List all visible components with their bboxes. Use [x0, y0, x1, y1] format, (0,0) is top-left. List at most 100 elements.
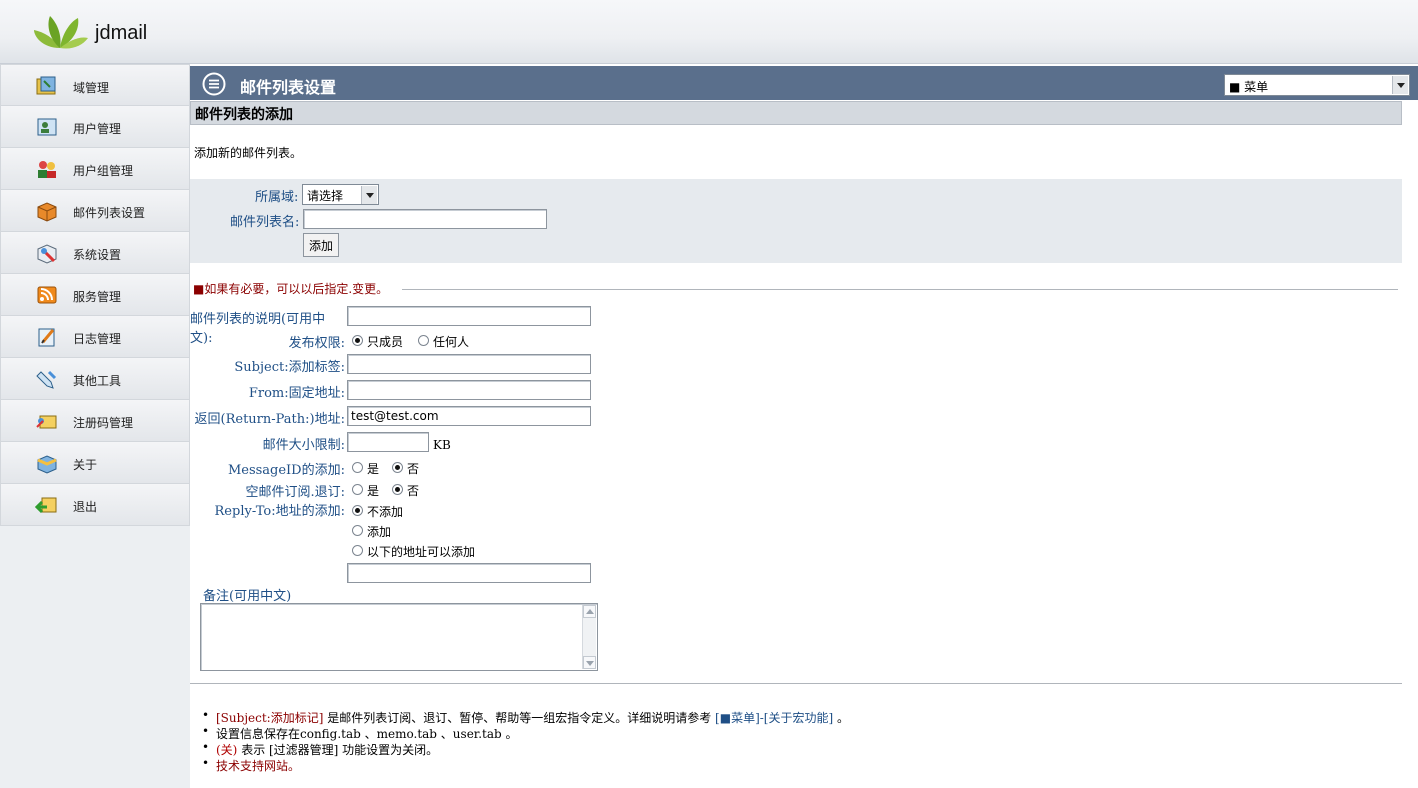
sidebar-item-users[interactable]: 用户管理 [0, 106, 190, 148]
empty-subscribe-yes-radio[interactable] [352, 484, 363, 495]
empty-subscribe-label: 空邮件订阅.退订: [245, 485, 345, 500]
note-text: 是邮件列表订阅、退订、暂停、帮助等一组宏指令定义。详细说明请参考 [323, 711, 716, 725]
note-text: 。 [833, 711, 849, 725]
app-header: jdmail [0, 0, 1418, 64]
chevron-down-icon[interactable] [1392, 76, 1408, 94]
sidebar-item-services[interactable]: 服务管理 [0, 274, 190, 316]
menu-circle-icon [202, 72, 226, 96]
memo-scrollbar[interactable] [582, 605, 596, 669]
sidebar-item-license[interactable]: 注册码管理 [0, 400, 190, 442]
add-list-form: 所属域: 请选择 邮件列表名: 添加 [190, 179, 1402, 263]
sidebar-item-tools[interactable]: 其他工具 [0, 358, 190, 400]
system-settings-icon [37, 244, 57, 264]
sidebar-item-label: 服务管理 [73, 290, 122, 304]
reply-to-none-radio[interactable] [352, 505, 363, 516]
license-icon [36, 415, 57, 429]
empty-subscribe-no-label: 否 [407, 484, 420, 498]
sidebar-item-label: 其他工具 [73, 374, 122, 388]
off-marker: (关) [216, 743, 238, 757]
return-path-label: 返回(Return-Path:)地址: [194, 412, 345, 427]
domain-label: 所属域: [255, 190, 299, 205]
sidebar-item-label: 退出 [73, 500, 98, 514]
reply-to-add-label: 添加 [367, 525, 392, 539]
messageid-yes-label: 是 [367, 462, 380, 476]
page-title: 邮件列表设置 [240, 78, 337, 97]
publish-anyone-label: 任何人 [433, 335, 470, 349]
notes-list: [Subject:添加标记] 是邮件列表订阅、退订、暂停、帮助等一组宏指令定义。… [202, 708, 849, 773]
sidebar-item-mailing-list[interactable]: 邮件列表设置 [0, 190, 190, 232]
sidebar: 域管理 用户管理 用户组管理 邮件列表设置 系统设置 服务管理 日志管理 其他工… [0, 64, 190, 788]
service-icon [37, 286, 57, 304]
scroll-up-icon[interactable] [583, 605, 596, 618]
menu-dropdown[interactable]: ■ 菜单 [1224, 74, 1410, 96]
section-title: 邮件列表的添加 [190, 101, 1402, 125]
main-content: 邮件列表设置 ■ 菜单 邮件列表的添加 添加新的邮件列表。 所属域: 请选择 邮… [190, 64, 1418, 788]
reply-to-label: Reply-To:地址的添加: [214, 504, 345, 519]
domain-select[interactable]: 请选择 [302, 184, 379, 205]
about-icon [37, 455, 57, 474]
messageid-no-radio[interactable] [392, 462, 403, 473]
app-name: jdmail [95, 22, 148, 44]
divider [402, 289, 1398, 290]
messageid-label: MessageID的添加: [227, 463, 345, 478]
publish-members-radio[interactable] [352, 335, 363, 346]
size-limit-input[interactable] [347, 432, 429, 452]
sidebar-item-label: 域管理 [73, 81, 110, 95]
reply-to-custom-label: 以下的地址可以添加 [367, 545, 476, 559]
empty-subscribe-yes-label: 是 [367, 484, 380, 498]
support-site-link[interactable]: 技术支持网站。 [216, 759, 300, 773]
add-list-button[interactable]: 添加 [303, 233, 340, 257]
logout-icon [35, 497, 57, 514]
sidebar-item-about[interactable]: 关于 [0, 442, 190, 484]
divider [190, 683, 1402, 684]
from-input[interactable] [347, 380, 591, 400]
note-text: 表示 [过滤器管理] 功能设置为关闭。 [237, 743, 439, 757]
list-item: 技术支持网站。 [202, 756, 849, 773]
domain-icon [36, 76, 56, 95]
sidebar-item-domain[interactable]: 域管理 [0, 64, 190, 106]
sidebar-item-system-settings[interactable]: 系统设置 [0, 232, 190, 274]
section-description: 添加新的邮件列表。 [194, 146, 303, 160]
sidebar-item-logout[interactable]: 退出 [0, 484, 190, 526]
sidebar-item-label: 邮件列表设置 [73, 206, 146, 220]
publish-members-label: 只成员 [367, 335, 404, 349]
menu-dropdown-value: ■ 菜单 [1229, 80, 1269, 94]
sidebar-item-label: 系统设置 [73, 248, 122, 262]
publish-label: 发布权限: [288, 336, 345, 351]
reply-to-add-radio[interactable] [352, 525, 363, 536]
sidebar-item-label: 用户组管理 [73, 164, 134, 178]
list-name-label: 邮件列表名: [230, 215, 300, 230]
subject-tag-label: Subject:添加标签: [234, 360, 345, 375]
reply-to-none-label: 不添加 [367, 505, 404, 519]
chevron-down-icon[interactable] [361, 186, 377, 204]
domain-select-value: 请选择 [307, 189, 344, 203]
sidebar-item-label: 注册码管理 [73, 416, 134, 430]
subject-macro-link[interactable]: [Subject:添加标记] [216, 711, 323, 725]
memo-textarea[interactable] [200, 603, 598, 671]
list-item: (关) 表示 [过滤器管理] 功能设置为关闭。 [202, 740, 849, 757]
messageid-yes-radio[interactable] [352, 462, 363, 473]
mailing-list-icon [37, 202, 57, 222]
note-text: 设置信息保存在config.tab 、memo.tab 、user.tab 。 [216, 727, 518, 741]
log-icon [38, 328, 55, 347]
messageid-no-label: 否 [407, 462, 420, 476]
sidebar-item-label: 关于 [73, 458, 98, 472]
leaf-logo-icon [34, 16, 88, 49]
size-unit: KB [433, 438, 451, 452]
publish-anyone-radio[interactable] [418, 335, 429, 346]
reply-to-custom-radio[interactable] [352, 545, 363, 556]
scroll-down-icon[interactable] [583, 656, 596, 669]
sidebar-item-label: 用户管理 [73, 122, 122, 136]
sidebar-item-user-groups[interactable]: 用户组管理 [0, 148, 190, 190]
user-group-icon [38, 161, 56, 178]
optional-note: ■如果有必要，可以以后指定.变更。 [193, 282, 389, 296]
list-item: 设置信息保存在config.tab 、memo.tab 、user.tab 。 [202, 724, 849, 741]
reply-to-address-input[interactable] [347, 563, 591, 583]
sidebar-item-logs[interactable]: 日志管理 [0, 316, 190, 358]
subject-tag-input[interactable] [347, 354, 591, 374]
macro-help-link[interactable]: [■菜单]-[关于宏功能] [715, 711, 833, 725]
return-path-input[interactable]: test@test.com [347, 406, 591, 426]
empty-subscribe-no-radio[interactable] [392, 484, 403, 495]
description-input[interactable] [347, 306, 591, 326]
list-name-input[interactable] [303, 209, 547, 229]
